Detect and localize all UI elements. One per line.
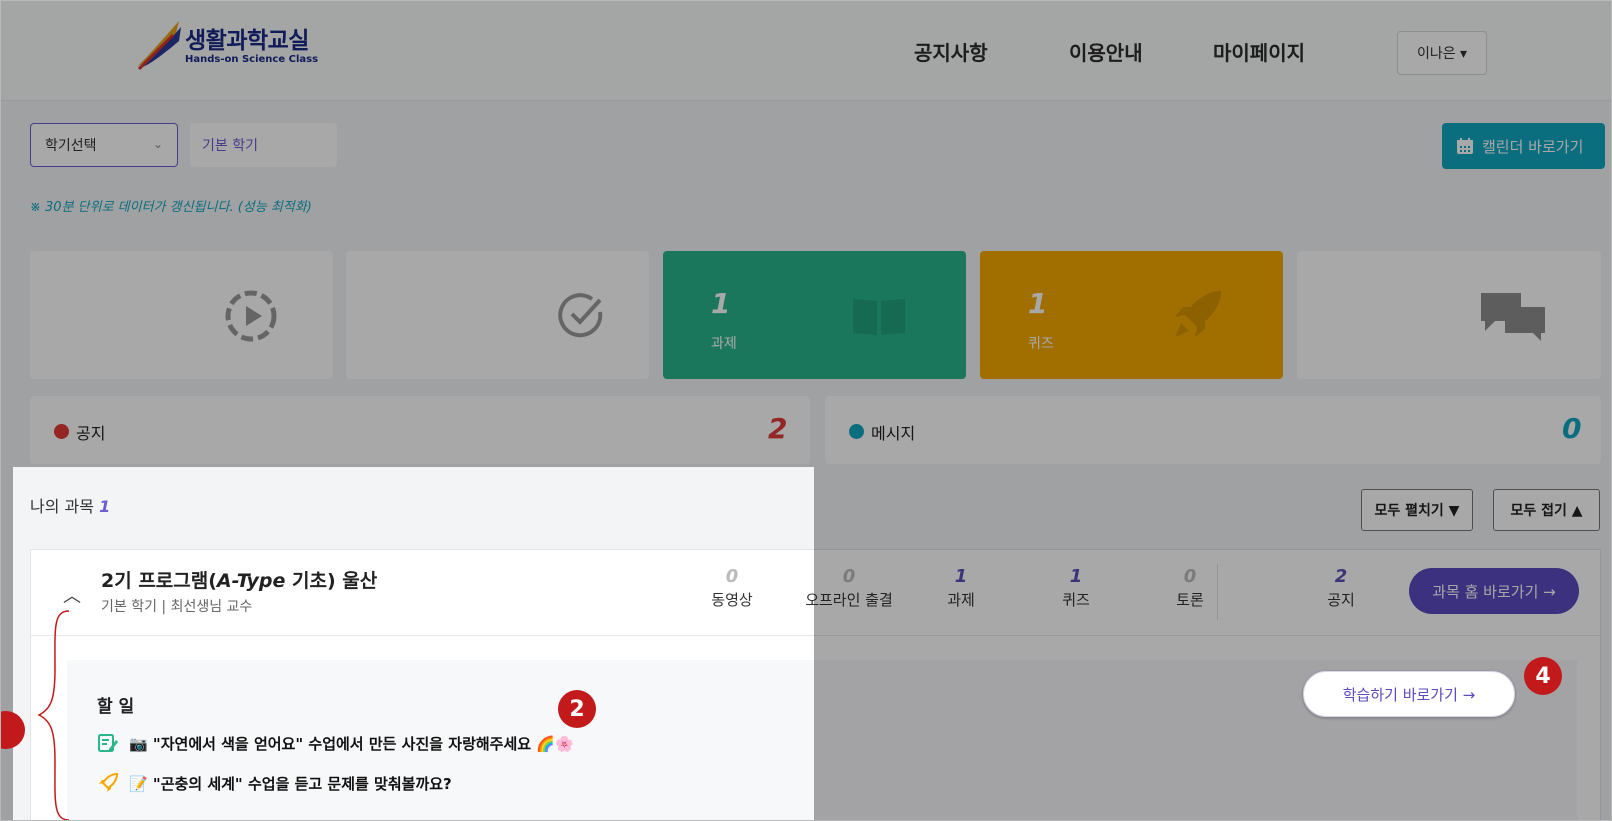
todo-item-assignment[interactable]: 📷 "자연에서 색을 얻어요" 수업에서 만든 사진을 자랑해주세요 🌈🌸 — [97, 732, 574, 754]
logo-subtitle: Hands-on Science Class — [185, 54, 319, 65]
rocket-outline-icon — [99, 772, 119, 792]
course-stat-assignment: 1 과제 — [901, 566, 1021, 610]
course-header: ︿ 2기 프로그램(A-Type 기초) 울산 기본 학기 | 최선생님 교수 … — [31, 550, 1600, 636]
stat-attendance-label: 오프라인 출결 — [394, 336, 476, 352]
stat-assignment-value: 1 — [711, 287, 731, 320]
semester-select-label: 학기선택 — [45, 138, 97, 154]
course-stat-discussion-label: 토론 — [1176, 591, 1204, 609]
stat-quiz-label: 퀴즈 — [1028, 336, 1054, 352]
course-title-suffix: 기초) 울산 — [285, 570, 378, 592]
stat-card-video[interactable]: 0 동영상 — [30, 251, 333, 379]
my-courses-count: 1 — [99, 497, 111, 516]
course-title-italic: A-Type — [216, 570, 286, 592]
course-stat-quiz-value: 1 — [1069, 566, 1083, 587]
calendar-button[interactable]: 캘린더 바로가기 — [1442, 123, 1605, 169]
todo-item-quiz[interactable]: 📝 "곤충의 세계" 수업을 듣고 문제를 맞춰볼까요? — [97, 772, 452, 794]
my-courses-label: 나의 과목 — [30, 497, 94, 516]
nav-guide[interactable]: 이용안내 — [1069, 37, 1143, 66]
nav-mypage[interactable]: 마이페이지 — [1213, 37, 1305, 66]
course-stat-assignment-label: 과제 — [947, 591, 975, 609]
user-menu-button[interactable]: 이나은 ▾ — [1397, 31, 1487, 75]
stat-quiz-value: 1 — [1028, 287, 1048, 320]
play-circle-icon — [225, 290, 277, 342]
my-courses-heading: 나의 과목 1 — [30, 493, 110, 517]
chevron-up-icon[interactable]: ︿ — [63, 582, 81, 608]
message-label: 메시지 — [871, 424, 916, 443]
todo-item-quiz-text: 📝 "곤충의 세계" 수업을 듣고 문제를 맞춰볼까요? — [129, 774, 452, 793]
callout-badge-4: 4 — [1524, 657, 1562, 695]
course-stat-discussion-value: 0 — [1183, 566, 1197, 587]
calendar-button-label: 캘린더 바로가기 — [1482, 137, 1584, 156]
stat-video-label: 동영상 — [78, 336, 117, 352]
stat-discussion-label: 토론 — [1345, 336, 1371, 352]
calendar-icon — [1457, 138, 1473, 154]
stat-attendance-value: 0 — [394, 287, 414, 320]
message-dot-icon — [849, 424, 864, 439]
semester-value[interactable]: 기본 학기 — [190, 123, 337, 167]
course-title[interactable]: 2기 프로그램(A-Type 기초) 울산 — [101, 566, 377, 593]
stat-video-value: 0 — [78, 287, 98, 320]
edit-note-icon — [98, 734, 118, 752]
open-book-icon — [853, 299, 905, 335]
course-stat-quiz: 1 퀴즈 — [1016, 566, 1136, 610]
course-stat-notice-label: 공지 — [1327, 591, 1355, 609]
logo-title: 생활과학교실 — [185, 28, 309, 54]
logo-swoosh-icon — [137, 21, 181, 71]
course-stat-assignment-value: 1 — [954, 566, 968, 587]
stat-card-assignment[interactable]: 1 과제 — [663, 251, 966, 379]
stat-card-discussion[interactable]: 0 토론 — [1297, 251, 1601, 379]
notice-label: 공지 — [76, 424, 106, 443]
page: 생활과학교실 Hands-on Science Class 공지사항 이용안내 … — [0, 0, 1612, 821]
course-stat-notice: 2 공지 — [1281, 566, 1401, 610]
stat-assignment-label: 과제 — [711, 336, 737, 352]
semester-select[interactable]: 학기선택 ⌄ — [30, 123, 178, 167]
chat-bubbles-icon — [1481, 293, 1545, 341]
expand-all-button[interactable]: 모두 펼치기 ▼ — [1361, 489, 1473, 531]
brace-marker-icon — [37, 610, 70, 820]
go-learning-button-highlight[interactable]: 학습하기 바로가기 → — [1303, 671, 1515, 717]
collapse-all-button[interactable]: 모두 접기 ▲ — [1493, 489, 1600, 531]
notice-count: 2 — [768, 412, 788, 445]
notice-box[interactable]: 공지 2 — [30, 396, 810, 464]
stat-discussion-value: 0 — [1345, 287, 1365, 320]
site-logo[interactable]: 생활과학교실 Hands-on Science Class — [133, 17, 353, 73]
message-count: 0 — [1562, 412, 1582, 445]
course-subtitle: 기본 학기 | 최선생님 교수 — [101, 599, 253, 615]
course-title-prefix: 2기 프로그램( — [101, 570, 217, 592]
message-box[interactable]: 메시지 0 — [825, 396, 1601, 464]
todo-item-assignment-text: 📷 "자연에서 색을 얻어요" 수업에서 만든 사진을 자랑해주세요 🌈🌸 — [129, 734, 574, 753]
check-circle-icon — [558, 293, 603, 338]
callout-badge-2: 2 — [558, 690, 596, 728]
course-stats-divider — [1217, 564, 1218, 620]
chevron-down-icon: ⌄ — [152, 137, 163, 151]
course-stat-quiz-label: 퀴즈 — [1062, 591, 1090, 609]
top-header: 생활과학교실 Hands-on Science Class 공지사항 이용안내 … — [1, 1, 1611, 101]
todo-title: 할 일 — [97, 697, 135, 717]
refresh-notice: ※ 30분 단위로 데이터가 갱신됩니다. (성능 최적화) — [30, 200, 312, 215]
notice-dot-icon — [54, 424, 69, 439]
go-course-home-button[interactable]: 과목 홈 바로가기 → — [1409, 568, 1579, 614]
nav-notices[interactable]: 공지사항 — [914, 37, 988, 66]
rocket-icon — [1175, 291, 1221, 337]
stat-card-quiz[interactable]: 1 퀴즈 — [980, 251, 1283, 379]
course-stat-discussion: 0 토론 — [1130, 566, 1250, 610]
course-stat-notice-value: 2 — [1334, 566, 1348, 587]
